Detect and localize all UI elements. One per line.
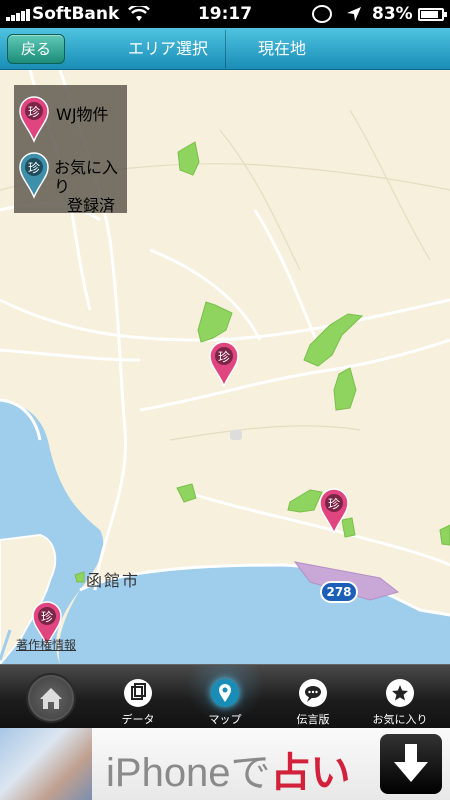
wj-pin-icon: 珍 <box>19 96 49 143</box>
tab-message-board-label: 伝言版 <box>296 713 330 726</box>
data-icon <box>124 679 152 707</box>
tab-favorites[interactable]: お気に入り <box>355 665 445 729</box>
download-arrow-icon[interactable] <box>380 734 442 794</box>
copyright-link[interactable]: 著作権情報 <box>16 636 76 653</box>
favorite-pin-icon: 珍 <box>19 152 49 199</box>
nav-bar: 戻る エリア選択 現在地 <box>0 28 450 70</box>
svg-text:珍: 珍 <box>328 497 340 511</box>
tab-favorites-label: お気に入り <box>372 713 428 726</box>
tab-message-board[interactable]: 伝言版 <box>268 665 358 729</box>
tab-data-label: データ <box>121 713 155 726</box>
home-icon <box>40 688 62 709</box>
legend-wj-label: WJ物件 <box>56 105 109 124</box>
svg-text:珍: 珍 <box>28 161 40 175</box>
property-pin[interactable]: 珍 <box>318 487 350 535</box>
svg-text:珍: 珍 <box>28 105 40 119</box>
svg-text:珍: 珍 <box>41 610 53 624</box>
status-bar: SoftBank 19:17 83% <box>0 0 450 28</box>
home-button[interactable] <box>26 673 76 723</box>
area-select-button[interactable]: エリア選択 <box>112 28 224 70</box>
star-icon <box>386 679 414 707</box>
tab-bar: データ マップ 伝言版 お気に入り <box>0 664 450 729</box>
back-button[interactable]: 戻る <box>7 34 65 64</box>
ad-banner[interactable]: iPhoneで占い <box>0 728 450 800</box>
tab-map[interactable]: マップ <box>180 665 270 729</box>
svg-text:珍: 珍 <box>218 350 230 364</box>
legend-favorite-label: お気に入り 登録済 <box>54 158 119 215</box>
map-pin-icon <box>211 679 239 707</box>
battery-percent: 83% <box>372 4 413 24</box>
current-location-button[interactable]: 現在地 <box>226 28 338 70</box>
tab-data[interactable]: データ <box>93 665 183 729</box>
route-shield: 278 <box>320 581 358 603</box>
ad-text: iPhoneで占い <box>106 751 351 795</box>
city-label: 函館市 <box>86 571 141 590</box>
map-legend: 珍 WJ物件 珍 お気に入り 登録済 <box>14 85 127 215</box>
property-pin[interactable]: 珍 <box>208 340 240 388</box>
ad-image <box>0 728 92 800</box>
tab-map-label: マップ <box>208 713 242 726</box>
chat-icon <box>299 679 327 707</box>
location-arrow-icon <box>347 7 361 21</box>
map-view[interactable]: 珍 WJ物件 珍 お気に入り 登録済 珍 珍 珍 函館市 278 著作権情報 <box>0 70 450 664</box>
battery-icon <box>418 8 447 21</box>
rotation-lock-icon <box>312 5 332 23</box>
